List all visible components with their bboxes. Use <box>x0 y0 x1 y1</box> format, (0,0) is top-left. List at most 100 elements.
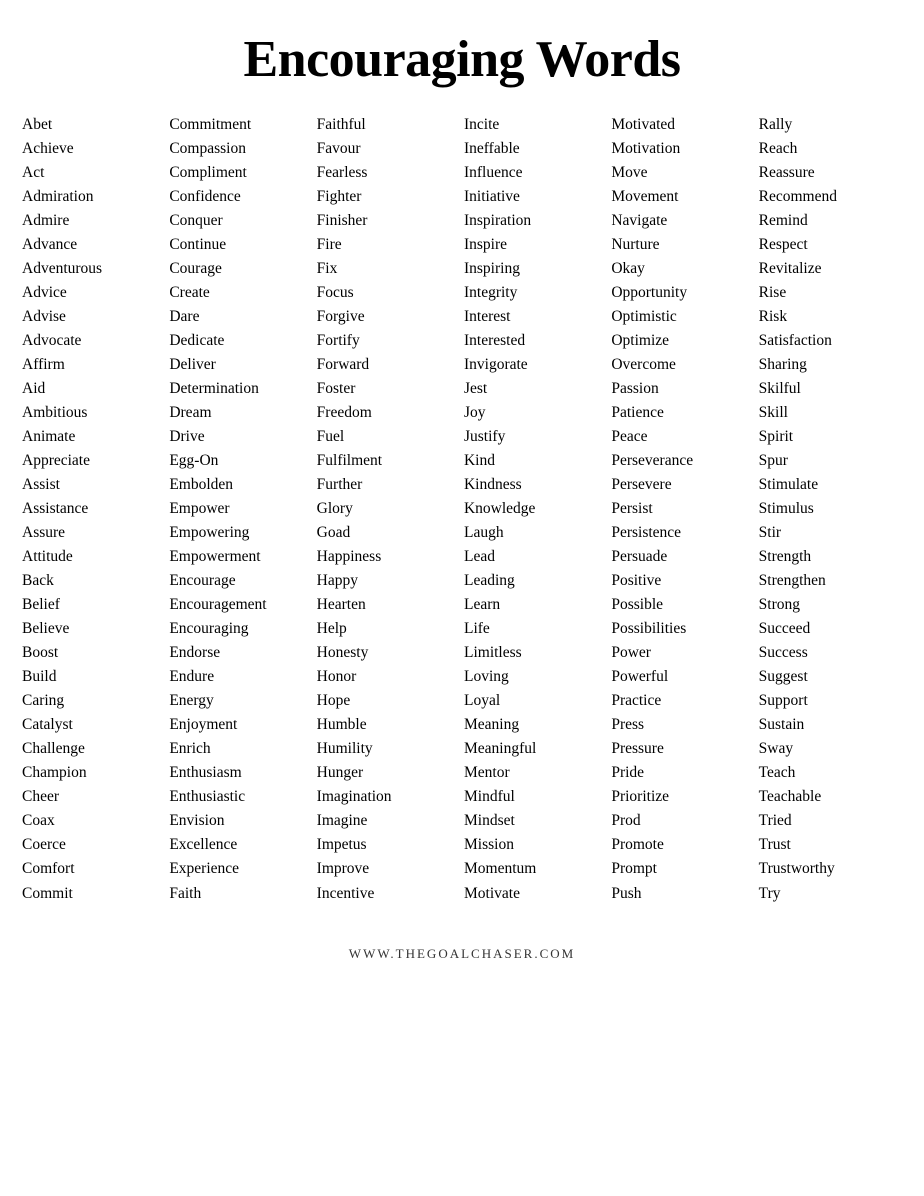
word-item: Motivate <box>462 882 609 906</box>
word-item: Rise <box>757 281 904 305</box>
word-item: Stimulate <box>757 473 904 497</box>
word-item: Overcome <box>609 353 756 377</box>
word-item: Build <box>20 665 167 689</box>
word-item: Incentive <box>315 882 462 906</box>
word-item: Energy <box>167 689 314 713</box>
word-item: Favour <box>315 137 462 161</box>
word-item: Adventurous <box>20 257 167 281</box>
word-item: Enrich <box>167 737 314 761</box>
word-item: Satisfaction <box>757 329 904 353</box>
word-column-3: FaithfulFavourFearlessFighterFinisherFir… <box>315 113 462 906</box>
word-item: Sway <box>757 737 904 761</box>
word-item: Dream <box>167 401 314 425</box>
word-item: Comfort <box>20 857 167 881</box>
word-column-1: AbetAchieveActAdmirationAdmireAdvanceAdv… <box>20 113 167 906</box>
word-item: Spirit <box>757 425 904 449</box>
word-item: Catalyst <box>20 713 167 737</box>
word-item: Fortify <box>315 329 462 353</box>
word-item: Assure <box>20 521 167 545</box>
word-item: Imagination <box>315 785 462 809</box>
word-item: Compassion <box>167 137 314 161</box>
word-item: Learn <box>462 593 609 617</box>
word-item: Experience <box>167 857 314 881</box>
word-item: Reach <box>757 137 904 161</box>
word-item: Momentum <box>462 857 609 881</box>
word-item: Integrity <box>462 281 609 305</box>
word-item: Laugh <box>462 521 609 545</box>
word-item: Promote <box>609 833 756 857</box>
word-item: Movement <box>609 185 756 209</box>
word-item: Spur <box>757 449 904 473</box>
word-item: Back <box>20 569 167 593</box>
word-item: Dare <box>167 305 314 329</box>
word-item: Encouraging <box>167 617 314 641</box>
word-item: Perseverance <box>609 449 756 473</box>
word-item: Stir <box>757 521 904 545</box>
word-item: Humble <box>315 713 462 737</box>
word-item: Encouragement <box>167 593 314 617</box>
word-item: Move <box>609 161 756 185</box>
word-item: Persevere <box>609 473 756 497</box>
word-item: Focus <box>315 281 462 305</box>
word-item: Ineffable <box>462 137 609 161</box>
word-item: Enthusiasm <box>167 761 314 785</box>
word-item: Limitless <box>462 641 609 665</box>
word-item: Mentor <box>462 761 609 785</box>
word-item: Champion <box>20 761 167 785</box>
word-item: Okay <box>609 257 756 281</box>
page-title: Encouraging Words <box>20 30 904 89</box>
word-item: Persist <box>609 497 756 521</box>
word-item: Teachable <box>757 785 904 809</box>
word-item: Recommend <box>757 185 904 209</box>
word-item: Confidence <box>167 185 314 209</box>
word-item: Empowerment <box>167 545 314 569</box>
word-item: Sustain <box>757 713 904 737</box>
word-item: Invigorate <box>462 353 609 377</box>
word-item: Inspiration <box>462 209 609 233</box>
word-item: Commitment <box>167 113 314 137</box>
word-item: Teach <box>757 761 904 785</box>
word-item: Impetus <box>315 833 462 857</box>
word-item: Endure <box>167 665 314 689</box>
word-item: Hunger <box>315 761 462 785</box>
word-item: Believe <box>20 617 167 641</box>
word-item: Embolden <box>167 473 314 497</box>
word-item: Excellence <box>167 833 314 857</box>
word-item: Humility <box>315 737 462 761</box>
word-item: Mission <box>462 833 609 857</box>
word-item: Jest <box>462 377 609 401</box>
word-item: Improve <box>315 857 462 881</box>
word-item: Meaning <box>462 713 609 737</box>
word-item: Envision <box>167 809 314 833</box>
word-item: Forgive <box>315 305 462 329</box>
word-item: Passion <box>609 377 756 401</box>
word-item: Nurture <box>609 233 756 257</box>
word-item: Kindness <box>462 473 609 497</box>
word-item: Life <box>462 617 609 641</box>
word-item: Forward <box>315 353 462 377</box>
word-item: Possibilities <box>609 617 756 641</box>
word-item: Fire <box>315 233 462 257</box>
word-item: Inspiring <box>462 257 609 281</box>
word-item: Hope <box>315 689 462 713</box>
word-item: Knowledge <box>462 497 609 521</box>
word-item: Honesty <box>315 641 462 665</box>
word-item: Deliver <box>167 353 314 377</box>
word-item: Animate <box>20 425 167 449</box>
word-item: Mindful <box>462 785 609 809</box>
word-item: Optimistic <box>609 305 756 329</box>
word-item: Glory <box>315 497 462 521</box>
word-item: Justify <box>462 425 609 449</box>
word-item: Remind <box>757 209 904 233</box>
word-column-6: RallyReachReassureRecommendRemindRespect… <box>757 113 904 906</box>
word-item: Peace <box>609 425 756 449</box>
word-item: Foster <box>315 377 462 401</box>
word-item: Motivation <box>609 137 756 161</box>
word-item: Honor <box>315 665 462 689</box>
word-item: Navigate <box>609 209 756 233</box>
word-item: Further <box>315 473 462 497</box>
word-item: Freedom <box>315 401 462 425</box>
word-item: Strengthen <box>757 569 904 593</box>
word-item: Aid <box>20 377 167 401</box>
word-item: Kind <box>462 449 609 473</box>
